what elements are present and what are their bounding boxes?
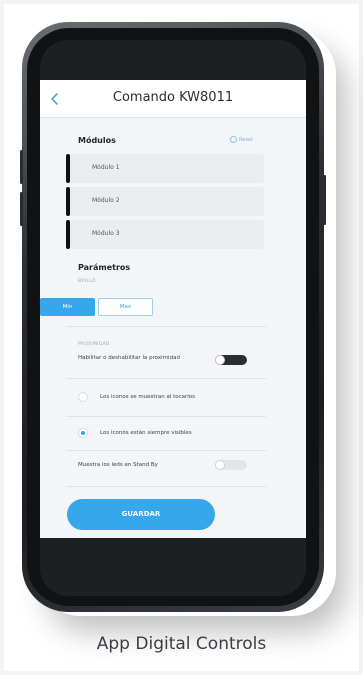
proximity-label: PROXIMIDAD: [78, 342, 110, 347]
volume-button-2: [20, 192, 23, 226]
save-button[interactable]: GUARDAR: [67, 499, 215, 530]
brightness-min-button[interactable]: Min: [40, 298, 95, 316]
module-label: Módulo 1: [92, 164, 120, 171]
module-item-1[interactable]: Módulo 1: [66, 154, 264, 183]
parameters-title: Parámetros: [78, 263, 131, 272]
divider: [66, 416, 266, 417]
reset-label: Reset: [239, 136, 253, 143]
divider: [66, 450, 266, 451]
divider: [66, 378, 266, 379]
standby-toggle[interactable]: [215, 460, 247, 470]
reset-icon: [230, 136, 237, 143]
divider: [66, 326, 266, 327]
toggle-knob: [215, 460, 225, 470]
reset-button[interactable]: Reset: [230, 136, 253, 143]
brightness-label: BRILLO: [78, 279, 96, 284]
module-color-bar: [66, 154, 70, 183]
volume-button: [20, 150, 23, 184]
radio-selected-dot: [81, 431, 85, 435]
module-label: Módulo 2: [92, 197, 120, 204]
toggle-knob: [215, 355, 225, 365]
page-title: Comando KW8011: [112, 90, 234, 105]
module-color-bar: [66, 187, 70, 216]
module-item-2[interactable]: Módulo 2: [66, 187, 264, 216]
standby-label: Muestra los leds en Stand By: [78, 462, 158, 468]
app-header: Comando KW8011: [40, 80, 306, 118]
home-area: [40, 538, 306, 596]
radio-icons-always[interactable]: [78, 428, 88, 438]
divider: [66, 486, 266, 487]
module-color-bar: [66, 220, 70, 249]
modules-title: Módulos: [78, 136, 116, 145]
radio-icons-always-label: Los iconos están siempre visibles: [100, 430, 192, 436]
module-item-3[interactable]: Módulo 3: [66, 220, 264, 249]
proximity-toggle-label: Habilitar o deshabilitar la proximidad: [78, 355, 180, 361]
product-caption: App Digital Controls: [96, 634, 267, 654]
module-label: Módulo 3: [92, 230, 120, 237]
brightness-max-button[interactable]: Max: [98, 298, 153, 316]
radio-icons-on-touch-label: Los iconos se muestran al tocarlos: [100, 394, 196, 400]
radio-icons-on-touch[interactable]: [78, 392, 88, 402]
proximity-toggle[interactable]: [215, 355, 247, 365]
status-bar: [40, 40, 306, 80]
power-button: [323, 175, 326, 225]
